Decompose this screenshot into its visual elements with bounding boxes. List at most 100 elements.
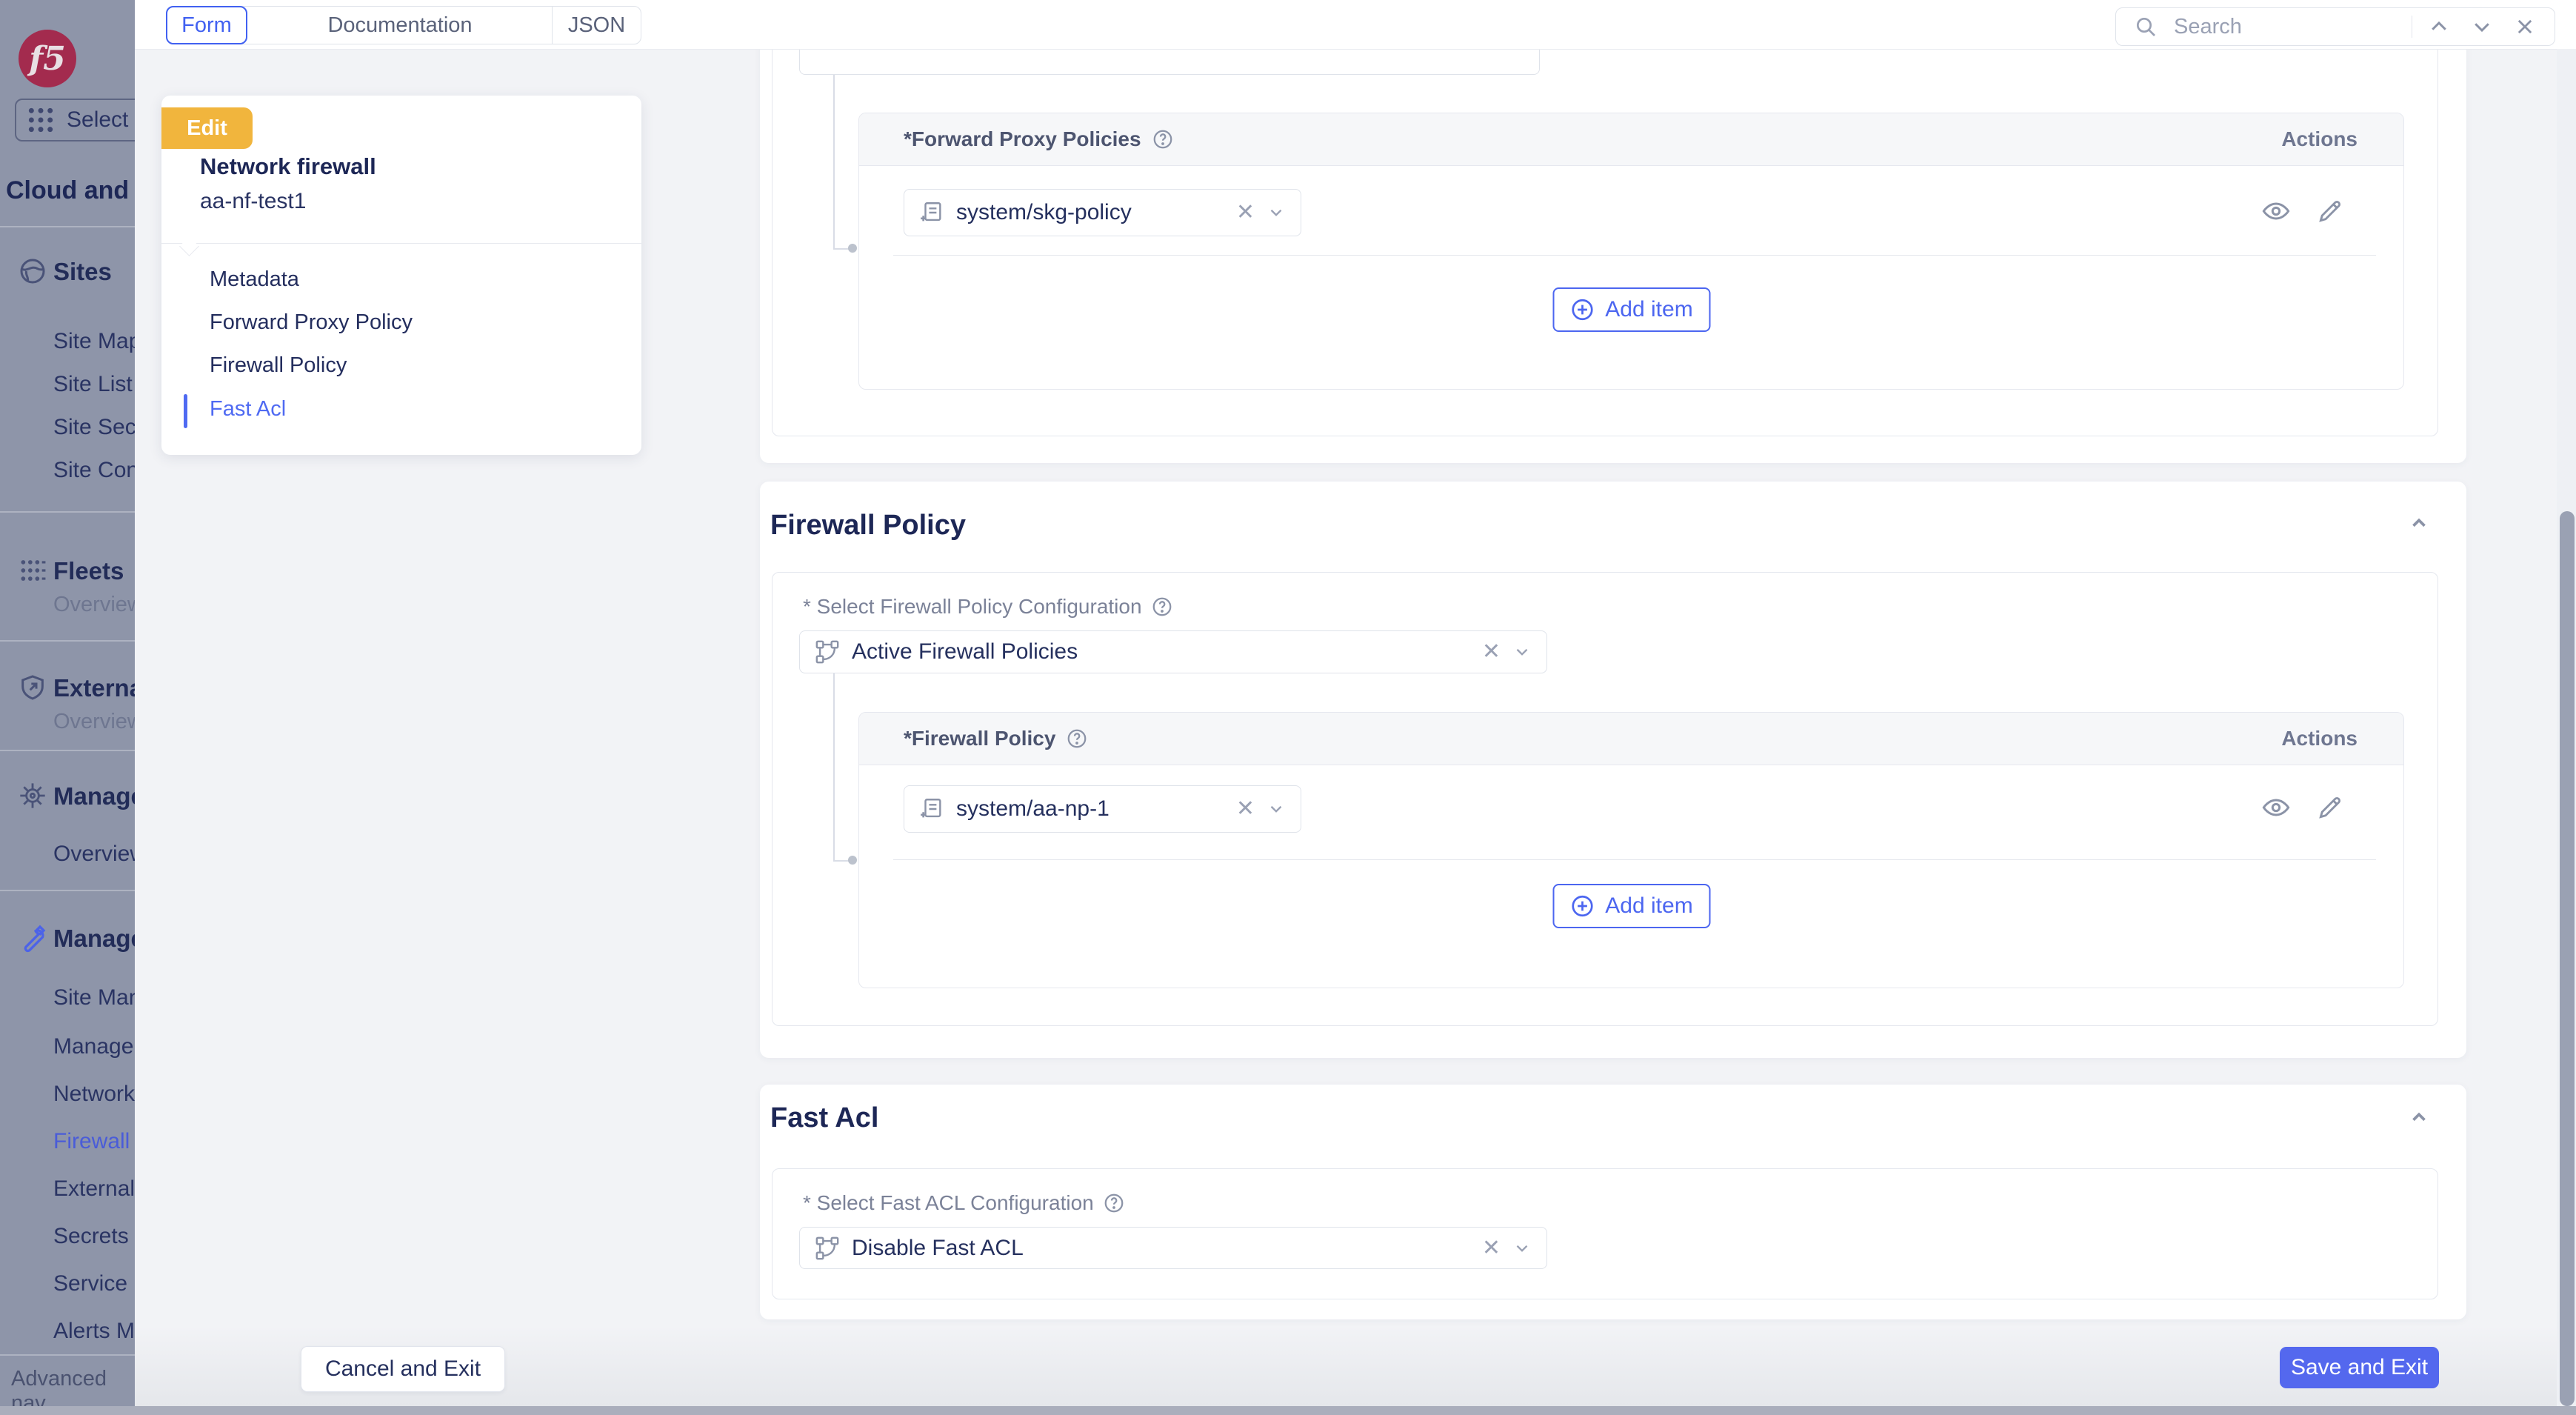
- window-bottom-edge: [0, 1406, 2576, 1415]
- sidebar-item-site-security[interactable]: Site Secu: [53, 415, 135, 440]
- tab-form[interactable]: Form: [166, 6, 247, 44]
- config-label: * Select Fast ACL Configuration: [803, 1191, 1125, 1215]
- form-nav-panel: Edit Network firewall aa-nf-test1 Metada…: [161, 96, 641, 455]
- sidebar-item-networking[interactable]: Network: [53, 1082, 135, 1107]
- nav-link-metadata[interactable]: Metadata: [210, 267, 299, 292]
- row-actions: [2261, 793, 2344, 822]
- listbox-header: *Firewall Policy Actions: [859, 713, 2403, 765]
- forward-proxy-policy-section: *Forward Proxy Policies Actions system/s…: [760, 30, 2466, 463]
- row-divider: [893, 255, 2376, 256]
- view-icon[interactable]: [2261, 196, 2291, 226]
- add-item-button[interactable]: Add item: [1552, 884, 1710, 928]
- tree-connector-dot: [848, 244, 857, 253]
- nav-link-fast-acl[interactable]: Fast Acl: [210, 397, 286, 422]
- sidebar-item-site-management[interactable]: Site Man: [53, 985, 135, 1011]
- collapse-section-icon[interactable]: [2404, 1102, 2434, 1132]
- advanced-nav-toggle[interactable]: Advanced nav: [11, 1367, 135, 1406]
- sidebar-item-secrets[interactable]: Secrets: [53, 1224, 129, 1249]
- edit-icon[interactable]: [2316, 197, 2344, 225]
- selected-value: system/skg-policy: [956, 200, 1224, 225]
- sidebar-item-managed-k8s[interactable]: Manage: [53, 782, 135, 810]
- nav-link-forward-proxy-policy[interactable]: Forward Proxy Policy: [210, 310, 413, 335]
- grid-icon: [27, 106, 55, 134]
- chevron-down-icon[interactable]: [1267, 203, 1286, 222]
- clear-icon[interactable]: ✕: [1482, 641, 1501, 663]
- edit-icon[interactable]: [2316, 793, 2344, 822]
- fast-acl-config-select[interactable]: Disable Fast ACL ✕: [799, 1227, 1547, 1269]
- sidebar-item-firewall[interactable]: Firewall: [53, 1129, 130, 1154]
- help-icon[interactable]: [1066, 728, 1088, 750]
- clear-icon[interactable]: ✕: [1482, 1237, 1501, 1259]
- sidebar-item-alerts[interactable]: Alerts M: [53, 1319, 135, 1344]
- firewall-policy-section: Firewall Policy * Select Firewall Policy…: [760, 482, 2466, 1058]
- globe-icon: [16, 255, 49, 287]
- sidebar-item-managed-k8s-overview[interactable]: Overview: [53, 842, 135, 867]
- collapse-section-icon[interactable]: [2404, 508, 2434, 538]
- add-item-label: Add item: [1605, 893, 1692, 919]
- sidebar-item-external[interactable]: Externa: [53, 674, 135, 702]
- add-item-label: Add item: [1605, 297, 1692, 322]
- select-service-button[interactable]: Select s: [15, 99, 135, 142]
- chevron-down-icon[interactable]: [1512, 1239, 1532, 1258]
- selected-value: system/aa-np-1: [956, 796, 1224, 822]
- forward-proxy-policies-listbox: *Forward Proxy Policies Actions system/s…: [858, 113, 2404, 390]
- shield-arrow-icon: [16, 671, 49, 704]
- sidebar-item-fleets[interactable]: Fleets: [53, 557, 124, 585]
- forward-proxy-config-box: *Forward Proxy Policies Actions system/s…: [772, 15, 2438, 436]
- view-icon[interactable]: [2261, 793, 2291, 822]
- sidebar-divider: [0, 750, 135, 751]
- selected-value: Active Firewall Policies: [852, 639, 1470, 665]
- panel-notch: [179, 236, 199, 256]
- app-sidebar: Select s Cloud and Sites Site Map Site L…: [0, 0, 135, 1406]
- sidebar-divider: [0, 511, 135, 513]
- firewall-policy-item-select[interactable]: system/aa-np-1 ✕: [904, 785, 1301, 833]
- row-divider: [893, 859, 2376, 860]
- reference-icon: [919, 796, 944, 822]
- save-button[interactable]: Save and Exit: [2280, 1347, 2439, 1388]
- workspace-title: Cloud and: [6, 176, 129, 205]
- tree-connector: [833, 673, 854, 862]
- chevron-down-icon[interactable]: [1512, 642, 1532, 662]
- chevron-down-icon[interactable]: [1267, 799, 1286, 819]
- sidebar-item-site-connectivity[interactable]: Site Con: [53, 458, 135, 483]
- section-heading: Firewall Policy: [770, 510, 966, 542]
- clear-icon[interactable]: ✕: [1236, 202, 1255, 224]
- nav-link-firewall-policy[interactable]: Firewall Policy: [210, 353, 347, 378]
- chevron-down-icon[interactable]: [2466, 10, 2498, 43]
- tab-documentation[interactable]: Documentation: [248, 7, 552, 44]
- sidebar-item-fleets-overview[interactable]: Overview: [53, 593, 135, 617]
- actions-column-label: Actions: [2281, 127, 2358, 151]
- sidebar-item-service[interactable]: Service: [53, 1271, 127, 1296]
- edit-mode-badge: Edit: [161, 107, 253, 149]
- sidebar-item-site-map[interactable]: Site Map: [53, 329, 135, 354]
- fast-acl-section: Fast Acl * Select Fast ACL Configuration…: [760, 1085, 2466, 1319]
- tab-json[interactable]: JSON: [552, 7, 641, 44]
- sidebar-item-manage-sub[interactable]: Manage: [53, 1034, 133, 1059]
- workflow-icon: [815, 1236, 840, 1261]
- active-link-indicator: [184, 394, 187, 428]
- firewall-config-select[interactable]: Active Firewall Policies ✕: [799, 630, 1547, 673]
- section-heading: Fast Acl: [770, 1102, 878, 1134]
- selected-value: Disable Fast ACL: [852, 1236, 1470, 1261]
- workflow-icon: [815, 639, 840, 665]
- sidebar-item-manage[interactable]: Manage: [53, 925, 135, 953]
- search-input[interactable]: [2172, 14, 2401, 40]
- listbox-title: *Firewall Policy: [904, 727, 1055, 750]
- chevron-up-icon[interactable]: [2423, 10, 2455, 43]
- help-icon[interactable]: [1152, 128, 1174, 150]
- sidebar-item-site-list[interactable]: Site List: [53, 372, 133, 397]
- firewall-config-box: * Select Firewall Policy Configuration A…: [772, 572, 2438, 1026]
- clear-icon[interactable]: ✕: [1236, 798, 1255, 820]
- select-service-label: Select s: [67, 107, 135, 133]
- add-item-button[interactable]: Add item: [1552, 287, 1710, 332]
- sidebar-item-external-overview[interactable]: Overview: [53, 710, 135, 734]
- object-name: aa-nf-test1: [200, 189, 306, 214]
- close-icon[interactable]: [2509, 10, 2541, 43]
- help-icon[interactable]: [1151, 596, 1173, 618]
- help-icon[interactable]: [1103, 1192, 1125, 1214]
- sidebar-item-external-conn[interactable]: External: [53, 1176, 135, 1202]
- forward-proxy-item-select[interactable]: system/skg-policy ✕: [904, 189, 1301, 236]
- scrollbar-thumb[interactable]: [2560, 511, 2575, 1406]
- sidebar-item-sites[interactable]: Sites: [53, 258, 112, 286]
- cancel-button[interactable]: Cancel and Exit: [301, 1346, 505, 1392]
